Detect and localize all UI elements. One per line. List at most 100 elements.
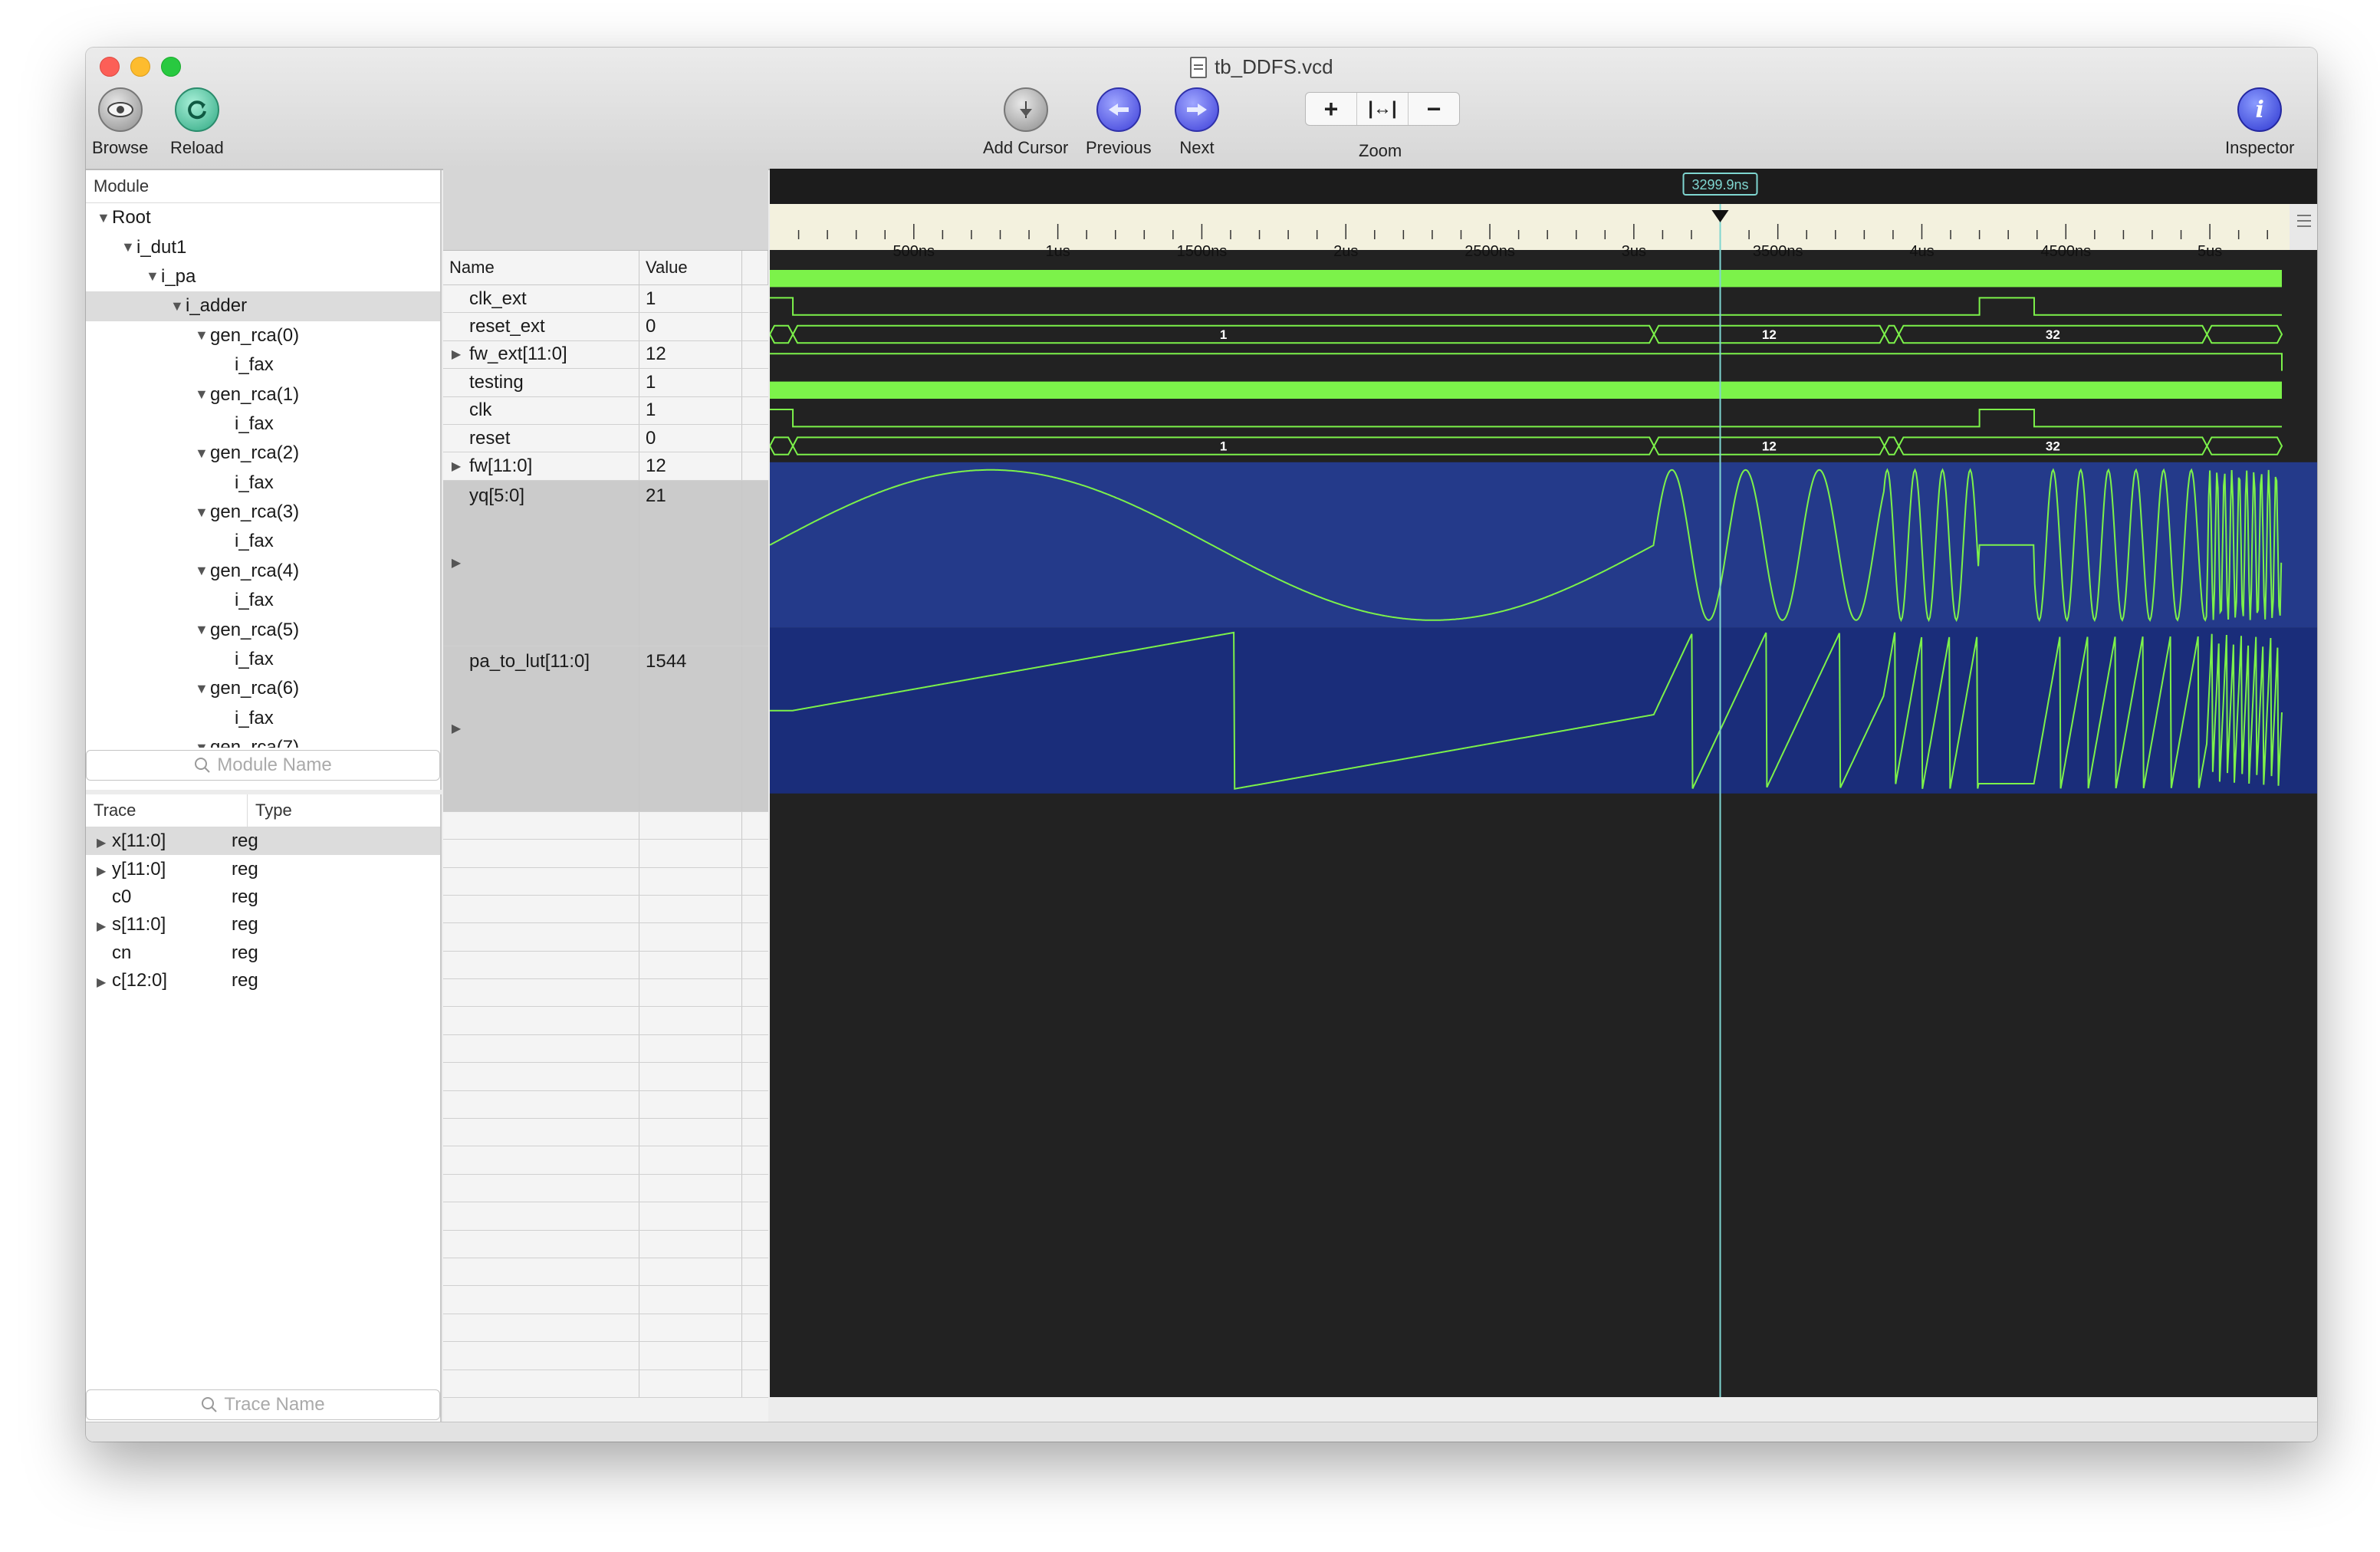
clock-waveform[interactable] (770, 381, 2282, 399)
reset-waveform[interactable] (770, 409, 2282, 428)
module-tree-item[interactable]: ▼ i_dut1 (86, 232, 440, 261)
trace-row[interactable]: ▶ s[11:0] reg (86, 911, 440, 939)
module-search-input[interactable]: Module Name (86, 750, 440, 781)
expand-bus-icon[interactable]: ▶ (443, 646, 469, 811)
trace-row[interactable]: c0 reg (86, 883, 440, 911)
bus-value-label: 12 (1762, 439, 1777, 454)
signal-row[interactable]: reset 0 (443, 424, 768, 453)
ruler-menu-icon[interactable] (2297, 215, 2311, 216)
reload-button[interactable]: Reload (170, 87, 224, 158)
trace-column-header[interactable]: Trace (86, 794, 248, 827)
module-tree-item[interactable]: ▼ i_adder (86, 291, 440, 321)
value-column-header[interactable]: Value (639, 251, 742, 284)
empty-cell (443, 1063, 469, 1090)
signal-row[interactable]: ▶ fw[11:0] 12 (443, 452, 768, 481)
signal-row[interactable]: ▶ yq[5:0] 21 (443, 480, 768, 646)
bus-segment[interactable] (768, 436, 794, 455)
module-tree-item[interactable]: i_fax (86, 586, 440, 615)
ruler-menu-icon[interactable] (2297, 225, 2311, 227)
inspector-button[interactable]: i Inspector (2225, 87, 2295, 158)
ruler-menu-icon[interactable] (2297, 220, 2311, 222)
clock-waveform[interactable] (770, 270, 2282, 288)
expand-bus-icon[interactable]: ▶ (443, 452, 469, 479)
empty-row (443, 1202, 768, 1231)
disclosure-expanded-icon[interactable]: ▼ (170, 298, 186, 314)
disclosure-expanded-icon[interactable]: ▼ (195, 327, 210, 344)
expand-bus-icon[interactable]: ▶ (443, 481, 469, 646)
module-tree-item[interactable]: ▼ i_pa (86, 262, 440, 291)
disclosure-expanded-icon[interactable]: ▼ (195, 740, 210, 748)
disclosure-expanded-icon[interactable]: ▼ (195, 446, 210, 462)
module-header: Module (86, 170, 440, 203)
bus-segment[interactable] (2206, 436, 2283, 455)
module-tree-item[interactable]: i_fax (86, 645, 440, 674)
type-column-header[interactable]: Type (248, 794, 292, 827)
disclosure-collapsed-icon[interactable]: ▶ (97, 975, 112, 990)
disclosure-expanded-icon[interactable]: ▼ (195, 681, 210, 697)
disclosure-expanded-icon[interactable]: ▼ (146, 268, 161, 284)
arrow-left-icon (1096, 87, 1141, 132)
disclosure-expanded-icon[interactable]: ▼ (195, 386, 210, 403)
reset-waveform[interactable] (770, 297, 2282, 316)
module-tree-item[interactable]: ▼ gen_rca(2) (86, 439, 440, 468)
disclosure-expanded-icon[interactable]: ▼ (195, 563, 210, 579)
zoom-out-button[interactable]: − (1409, 93, 1459, 125)
disclosure-collapsed-icon[interactable]: ▶ (97, 863, 112, 879)
signal-row[interactable]: testing 1 (443, 369, 768, 397)
zoom-window-button[interactable] (161, 57, 181, 77)
disclosure-collapsed-icon[interactable]: ▶ (97, 835, 112, 850)
signal-row[interactable]: clk 1 (443, 396, 768, 425)
bus-segment[interactable] (1883, 324, 1900, 344)
bus-segment[interactable] (1883, 436, 1900, 455)
minimize-window-button[interactable] (130, 57, 150, 77)
module-tree-item[interactable]: ▼ gen_rca(7) (86, 733, 440, 748)
waveform-canvas[interactable]: 500ns 1us 1500ns 2us 2500ns 3us 3500ns 4us 4500n… (768, 169, 2317, 1397)
previous-button[interactable]: Previous (1086, 87, 1152, 158)
module-tree-item[interactable]: ▼ gen_rca(0) (86, 321, 440, 350)
name-column-header[interactable]: Name (443, 251, 639, 284)
module-tree-item[interactable]: ▼ gen_rca(4) (86, 557, 440, 586)
trace-search-input[interactable]: Trace Name (86, 1389, 440, 1420)
trace-row[interactable]: ▶ c[12:0] reg (86, 967, 440, 995)
signal-row[interactable]: ▶ fw_ext[11:0] 12 (443, 340, 768, 370)
empty-cell (443, 1007, 469, 1034)
waveform-view[interactable]: 500ns 1us 1500ns 2us 2500ns 3us 3500ns 4us 4500n… (768, 169, 2317, 1397)
add-cursor-button[interactable]: Add Cursor (983, 87, 1068, 158)
module-tree-item[interactable]: ▼ gen_rca(3) (86, 498, 440, 527)
close-window-button[interactable] (100, 57, 120, 77)
trace-row[interactable]: ▶ x[11:0] reg (86, 827, 440, 856)
reload-label: Reload (170, 138, 224, 157)
bus-segment[interactable] (768, 324, 794, 344)
trace-row[interactable]: cn reg (86, 939, 440, 967)
disclosure-expanded-icon[interactable]: ▼ (195, 505, 210, 521)
disclosure-expanded-icon[interactable]: ▼ (97, 210, 112, 226)
expand-bus-icon[interactable]: ▶ (443, 341, 469, 368)
browse-button[interactable]: Browse (92, 87, 148, 158)
module-tree-item[interactable]: ▼ gen_rca(6) (86, 674, 440, 703)
module-tree-item[interactable]: i_fax (86, 704, 440, 733)
module-tree-item[interactable]: ▼ gen_rca(1) (86, 380, 440, 409)
disclosure-collapsed-icon[interactable]: ▶ (97, 919, 112, 934)
module-tree-item[interactable]: i_fax (86, 527, 440, 556)
module-tree-item[interactable]: i_fax (86, 469, 440, 498)
digital-waveform[interactable] (770, 353, 2283, 371)
empty-cell (443, 923, 469, 950)
module-tree-item[interactable]: i_fax (86, 409, 440, 439)
empty-cell (639, 1034, 742, 1063)
bus-segment[interactable] (2206, 324, 2283, 344)
disclosure-expanded-icon[interactable]: ▼ (195, 622, 210, 638)
empty-cell (443, 1314, 469, 1341)
signal-row[interactable]: clk_ext 1 (443, 285, 768, 314)
empty-cell (639, 1146, 742, 1174)
signal-row[interactable]: reset_ext 0 (443, 313, 768, 341)
zoom-fit-button[interactable]: |↔| (1357, 93, 1409, 125)
trace-row[interactable]: ▶ y[11:0] reg (86, 855, 440, 883)
signal-row[interactable]: ▶ pa_to_lut[11:0] 1544 (443, 646, 768, 812)
module-tree-item[interactable]: ▼ gen_rca(5) (86, 615, 440, 644)
zoom-in-button[interactable]: + (1306, 93, 1357, 125)
disclosure-expanded-icon[interactable]: ▼ (121, 239, 136, 255)
module-tree-item[interactable]: i_fax (86, 350, 440, 380)
next-button[interactable]: Next (1175, 87, 1219, 158)
next-label: Next (1179, 138, 1215, 157)
module-tree-item[interactable]: ▼ Root (86, 203, 440, 232)
